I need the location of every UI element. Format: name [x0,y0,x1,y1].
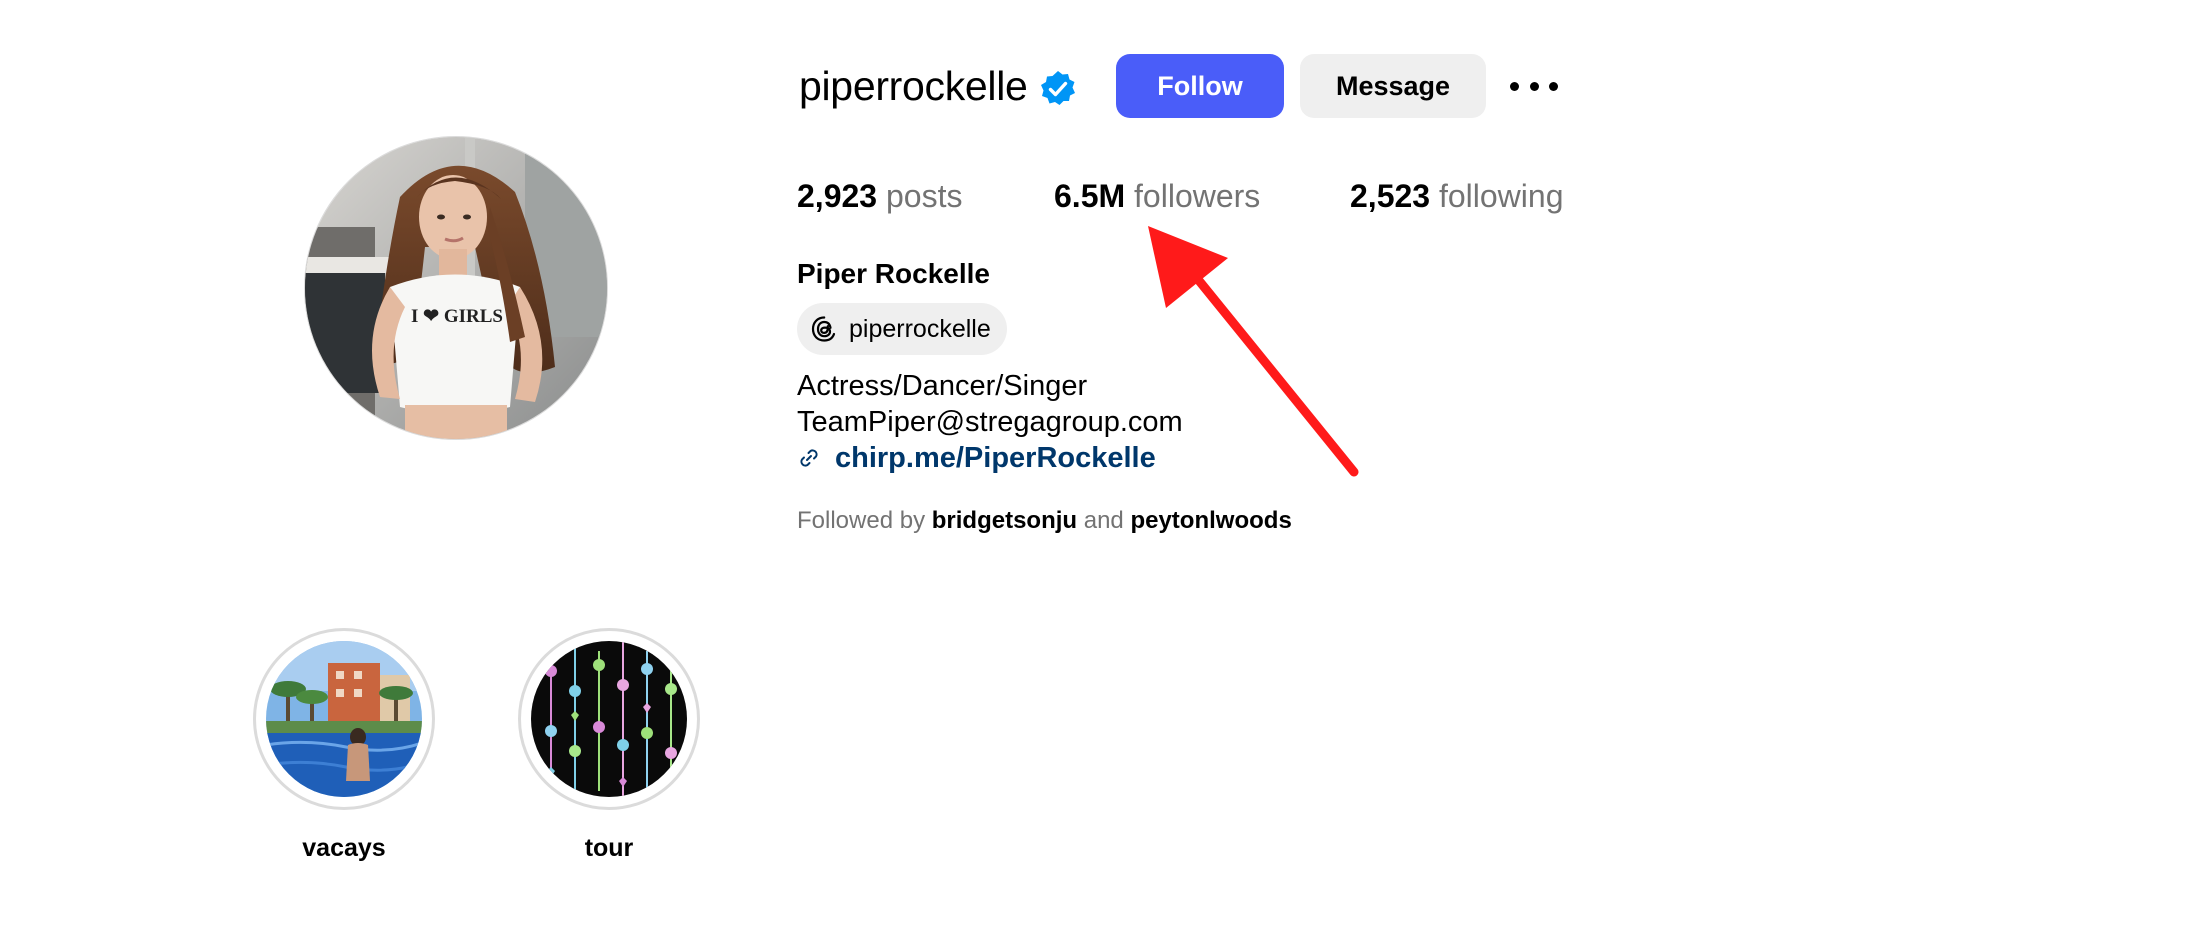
profile-link[interactable]: chirp.me/PiperRockelle [797,440,1156,476]
followers-label: followers [1134,178,1261,214]
stat-posts: 2,923 posts [797,176,962,216]
avatar-photo: I ❤ GIRLS [305,137,607,439]
more-dot [1510,81,1519,91]
more-dot [1549,81,1558,91]
link-icon [800,449,818,467]
bio-line: Actress/Dancer/Singer [797,370,1088,402]
verified-badge-icon [1041,71,1075,105]
followed-by-prefix: Followed by [797,507,926,534]
shirt-text: I ❤ GIRLS [411,306,503,327]
highlight-vacays-image [266,641,422,797]
highlight-vacays[interactable]: vacays [253,628,435,864]
highlight-thumbnail [531,641,687,797]
stat-following[interactable]: 2,523 following [1350,176,1563,216]
highlight-thumbnail [266,641,422,797]
message-button[interactable]: Message [1300,54,1486,118]
threads-handle: piperrockelle [849,314,991,343]
threads-badge[interactable]: piperrockelle [797,303,1007,355]
followed-by: Followed by bridgetsonju and peytonlwood… [797,505,1292,537]
profile-link-text: chirp.me/PiperRockelle [835,442,1156,474]
followed-by-user[interactable]: peytonlwoods [1130,507,1291,534]
followed-by-joiner: and [1083,507,1124,534]
highlight-ring [253,628,435,810]
followers-count: 6.5M [1054,178,1126,214]
highlight-label: vacays [302,834,386,862]
profile-avatar[interactable]: I ❤ GIRLS [304,136,608,440]
more-dot [1529,81,1539,91]
following-count: 2,523 [1350,178,1431,214]
stat-followers[interactable]: 6.5M followers [1054,176,1260,216]
bio-line: TeamPiper@stregagroup.com [797,406,1183,438]
highlight-label: tour [584,834,634,862]
highlight-tour[interactable]: tour [518,628,700,864]
highlight-ring [518,628,700,810]
posts-label: posts [885,178,963,214]
highlight-tour-image [531,641,687,797]
posts-count: 2,923 [797,178,878,214]
followed-by-user[interactable]: bridgetsonju [932,507,1077,534]
following-label: following [1438,178,1564,214]
follow-button[interactable]: Follow [1116,54,1284,118]
more-options-icon[interactable] [1510,70,1558,102]
threads-icon [811,316,836,342]
profile-username: piperrockelle [799,63,1028,109]
profile-full-name: Piper Rockelle [797,258,990,289]
